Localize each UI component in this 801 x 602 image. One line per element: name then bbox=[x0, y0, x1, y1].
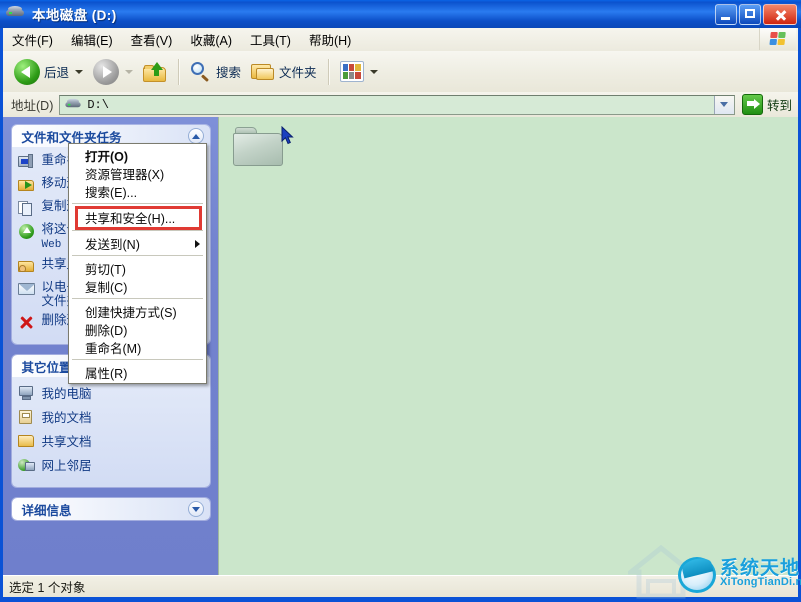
status-bar: 选定 1 个对象 bbox=[3, 575, 798, 597]
search-button[interactable]: 搜索 bbox=[185, 55, 246, 89]
context-menu-separator bbox=[72, 255, 203, 256]
menu-view[interactable]: 查看(V) bbox=[122, 28, 182, 51]
my-documents-icon bbox=[18, 409, 36, 425]
forward-arrow-icon bbox=[93, 58, 120, 85]
address-dropdown-button[interactable] bbox=[713, 95, 734, 114]
client-area: 文件和文件夹任务 重命名这个文件夹 移动这个文件夹 复制这个文件夹 bbox=[3, 117, 798, 575]
maximize-button[interactable] bbox=[739, 3, 761, 25]
chevron-up-icon[interactable] bbox=[187, 128, 204, 144]
ctx-send-to[interactable]: 发送到(N) bbox=[69, 234, 206, 252]
status-text: 选定 1 个对象 bbox=[9, 581, 86, 595]
toolbar-separator-2 bbox=[327, 58, 329, 85]
context-menu-separator bbox=[72, 203, 203, 204]
chevron-down-icon[interactable] bbox=[187, 501, 204, 517]
search-label: 搜索 bbox=[216, 66, 242, 80]
up-folder-icon bbox=[143, 61, 167, 83]
folders-button[interactable]: 文件夹 bbox=[246, 55, 322, 89]
sidebar-place-my-computer[interactable]: 我的电脑 bbox=[18, 383, 204, 402]
ctx-search[interactable]: 搜索(E)... bbox=[69, 182, 206, 200]
sidebar-place-network[interactable]: 网上邻居 bbox=[17, 455, 204, 474]
window-title: 本地磁盘 (D:) bbox=[32, 8, 117, 23]
ctx-properties[interactable]: 属性(R) bbox=[69, 363, 206, 381]
context-menu[interactable]: 打开(O) 资源管理器(X) 搜索(E)... 共享和安全(H)... 发送到(… bbox=[68, 143, 207, 384]
move-icon bbox=[17, 177, 36, 194]
address-label: 地址(D) bbox=[11, 99, 54, 113]
menu-help[interactable]: 帮助(H) bbox=[300, 28, 360, 51]
ctx-cut[interactable]: 剪切(T) bbox=[69, 259, 206, 277]
menu-file[interactable]: 文件(F) bbox=[3, 28, 62, 51]
publish-line2: Web bbox=[41, 239, 62, 251]
go-label: 转到 bbox=[766, 99, 792, 113]
folders-icon bbox=[251, 62, 275, 82]
go-arrow-icon bbox=[741, 94, 763, 115]
title-bar[interactable]: 本地磁盘 (D:) bbox=[0, 0, 801, 28]
back-label: 后退 bbox=[44, 66, 70, 80]
ctx-explore[interactable]: 资源管理器(X) bbox=[69, 164, 206, 182]
ctx-sharing-and-security[interactable]: 共享和安全(H)... bbox=[69, 207, 206, 227]
context-menu-separator bbox=[72, 359, 203, 360]
menu-edit[interactable]: 编辑(E) bbox=[62, 28, 122, 51]
places-panel-body: 我的电脑 我的文档 共享文档 网上邻居 bbox=[11, 377, 210, 487]
publish-web-icon bbox=[18, 223, 36, 240]
drive-icon bbox=[6, 5, 26, 23]
context-menu-separator bbox=[72, 298, 203, 299]
share-folder-icon bbox=[17, 258, 36, 275]
address-value: D:\ bbox=[87, 97, 109, 112]
sidebar-place-label: 网上邻居 bbox=[41, 459, 92, 473]
forward-button[interactable] bbox=[88, 55, 138, 89]
delete-icon bbox=[18, 314, 36, 331]
details-panel: 详细信息 bbox=[11, 498, 210, 520]
network-places-icon bbox=[17, 457, 36, 473]
ctx-copy[interactable]: 复制(C) bbox=[69, 277, 206, 295]
folder-icon bbox=[233, 125, 287, 169]
toolbar: 后退 搜索 文件夹 bbox=[3, 51, 798, 93]
ctx-open[interactable]: 打开(O) bbox=[69, 146, 206, 164]
mouse-cursor-icon bbox=[281, 126, 295, 146]
ctx-create-shortcut[interactable]: 创建快捷方式(S) bbox=[69, 302, 206, 320]
sidebar-place-my-documents[interactable]: 我的文档 bbox=[18, 407, 204, 426]
views-button[interactable] bbox=[335, 55, 383, 89]
views-dropdown-icon[interactable] bbox=[369, 69, 378, 74]
details-panel-title: 详细信息 bbox=[21, 503, 72, 518]
menu-bar: 文件(F) 编辑(E) 查看(V) 收藏(A) 工具(T) 帮助(H) bbox=[3, 28, 798, 52]
shared-documents-icon bbox=[17, 433, 36, 449]
context-menu-separator bbox=[72, 230, 203, 231]
ctx-send-to-label: 发送到(N) bbox=[85, 237, 140, 252]
close-button[interactable] bbox=[763, 3, 797, 25]
address-input[interactable]: D:\ bbox=[59, 94, 735, 115]
my-computer-icon bbox=[18, 385, 36, 401]
ctx-rename[interactable]: 重命名(M) bbox=[69, 338, 206, 356]
copy-icon bbox=[17, 200, 36, 217]
search-icon bbox=[190, 61, 212, 83]
go-button[interactable]: 转到 bbox=[741, 94, 792, 115]
menu-tools[interactable]: 工具(T) bbox=[241, 28, 300, 51]
places-panel-title: 其它位置 bbox=[21, 360, 72, 375]
back-button[interactable]: 后退 bbox=[9, 55, 88, 89]
details-panel-header[interactable]: 详细信息 bbox=[11, 498, 210, 520]
ctx-delete[interactable]: 删除(D) bbox=[69, 320, 206, 338]
sidebar-place-shared-documents[interactable]: 共享文档 bbox=[17, 431, 204, 450]
email-icon bbox=[17, 281, 36, 298]
minimize-button[interactable] bbox=[715, 3, 737, 25]
sidebar-place-label: 我的电脑 bbox=[41, 387, 92, 401]
address-bar: 地址(D) D:\ 转到 bbox=[3, 92, 798, 118]
forward-dropdown-icon bbox=[125, 69, 134, 74]
toolbar-separator-1 bbox=[178, 58, 180, 85]
explorer-window: 本地磁盘 (D:) 文件(F) 编辑(E) 查看(V) 收藏(A) 工具(T) … bbox=[0, 0, 801, 602]
back-dropdown-icon[interactable] bbox=[75, 69, 84, 74]
sidebar-place-label: 共享文档 bbox=[41, 435, 92, 449]
views-icon bbox=[339, 61, 364, 82]
file-list-pane[interactable] bbox=[218, 117, 798, 575]
address-drive-icon bbox=[64, 97, 82, 112]
submenu-arrow-icon bbox=[195, 240, 200, 248]
folders-label: 文件夹 bbox=[279, 66, 317, 80]
windows-flag-icon bbox=[759, 28, 796, 50]
menu-favorites[interactable]: 收藏(A) bbox=[181, 28, 241, 51]
rename-icon bbox=[17, 154, 36, 171]
back-arrow-icon bbox=[14, 58, 40, 85]
sidebar-place-label: 我的文档 bbox=[41, 411, 92, 425]
up-button[interactable] bbox=[138, 55, 172, 89]
